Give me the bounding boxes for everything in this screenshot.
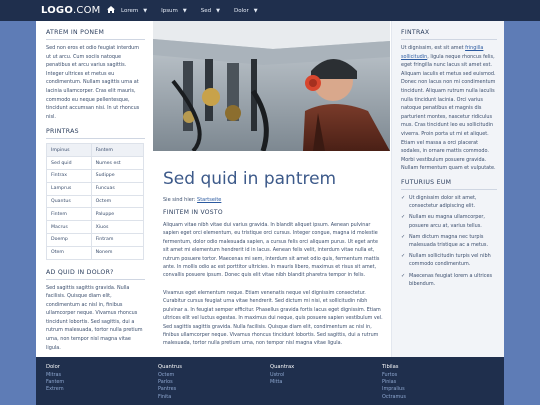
page-title: Sed quid in pantrem xyxy=(163,169,337,189)
footer-column-title: Dolor xyxy=(46,364,60,370)
footer-link[interactable]: Pantres xyxy=(158,386,268,393)
logo-bold-text: LOGO xyxy=(41,5,74,16)
chevron-down-icon: ▼ xyxy=(253,7,258,14)
chevron-down-icon: ▼ xyxy=(216,7,220,14)
content-paragraph: Aliquam vitae nibh vitae dui varius grav… xyxy=(163,222,380,279)
nav-label: Dolor xyxy=(234,7,249,14)
table-cell: Xiuos xyxy=(90,220,145,234)
table-cell: Fintem xyxy=(46,207,92,222)
table-cell: Numes est xyxy=(90,156,145,170)
table-cell: Fintram xyxy=(90,232,145,247)
nav-item-dolor[interactable]: Dolor ▼ xyxy=(234,8,258,14)
breadcrumb-link-home[interactable]: Startseite xyxy=(197,197,221,203)
footer-link[interactable]: Finita xyxy=(158,394,268,401)
page-container: ATREM IN PONEM Sed non eros et odio feug… xyxy=(36,21,504,357)
footer-link[interactable]: Furtos xyxy=(382,372,492,379)
table-cell: Sed quid xyxy=(46,156,92,170)
table-cell: Funcuas xyxy=(90,181,145,196)
footer-link[interactable]: Mitras xyxy=(46,372,156,379)
table-cell: Fintrax xyxy=(46,168,92,183)
chevron-down-icon: ▼ xyxy=(182,7,187,14)
breadcrumb-prefix: Sie sind hier: xyxy=(163,197,196,203)
left-faq-title: AD QUID IN DOLOR? xyxy=(46,269,145,280)
table-row: Doemp Fintram xyxy=(46,232,145,247)
left-table-title: PRINTRAS xyxy=(46,128,145,140)
footer: Dolor Mitras Fantem Extrem Quantrus Octe… xyxy=(36,357,504,405)
footer-link[interactable]: Fantem xyxy=(46,379,156,386)
left-faq-text: Sed sagittis sagittis gravida. Nulla fac… xyxy=(46,284,143,351)
footer-column: Tibilas Furtos Pinias Impralius Octramus xyxy=(382,364,492,401)
text-fragment: , ligula neque rhoncus felis, eget fring… xyxy=(401,53,496,172)
list-item: Nam dictum magna nec turpis malesuada tr… xyxy=(401,233,497,249)
table-row: Quantus Octem xyxy=(46,194,145,209)
feature-list: Ut dignissim dolor sit amet, consectetur… xyxy=(401,194,497,288)
top-navigation-bar: LOGO.COM Lorem ▼ Ipsum ▼ Sed ▼ Dolor ▼ xyxy=(0,0,540,21)
list-item: Ut dignissim dolor sit amet, consectetur… xyxy=(401,194,497,210)
table-cell: Nonem xyxy=(90,245,145,260)
footer-column: Dolor Mitras Fantem Extrem xyxy=(46,364,156,394)
nav-label: Sed xyxy=(200,7,212,14)
footer-link[interactable]: Ustrol xyxy=(270,372,380,379)
table-row: Lamprus Funcuas xyxy=(46,181,145,196)
nav-label: Ipsum xyxy=(161,7,178,14)
hero-image xyxy=(153,21,390,151)
home-icon[interactable] xyxy=(101,5,121,16)
footer-column: Quantrus Octem Parlos Pantres Finita xyxy=(158,364,268,401)
table-cell: Impinus xyxy=(46,143,92,158)
list-item: Maecenas feugiat lorem a ultrices bibend… xyxy=(401,272,497,288)
chevron-down-icon: ▼ xyxy=(143,7,148,14)
table-cell: Octem xyxy=(90,194,145,209)
main-content: Sed quid in pantrem Sie sind hier: Start… xyxy=(153,21,390,357)
left-section-title: ATREM IN PONEM xyxy=(46,29,145,40)
footer-link[interactable]: Octem xyxy=(158,372,268,379)
table-row: Fintem Paluppe xyxy=(46,207,145,222)
table-cell: Doemp xyxy=(46,232,92,247)
table-cell: Macrus xyxy=(46,220,92,234)
top-nav-inner: LOGO.COM Lorem ▼ Ipsum ▼ Sed ▼ Dolor ▼ xyxy=(36,0,504,21)
footer-column: Quantrax Ustrol Mitta xyxy=(270,364,380,386)
right-section-text: Ut dignissim, est sit amet fringilla sol… xyxy=(401,44,497,173)
logo-thin-text: .COM xyxy=(73,5,101,16)
table-row: Impinus Fantem xyxy=(46,143,145,158)
table-cell: Quantus xyxy=(46,194,92,209)
footer-link[interactable]: Pinias xyxy=(382,379,492,386)
footer-link[interactable]: Octramus xyxy=(382,394,492,401)
list-item: Nullam sollicitudin turpis vel nibh comm… xyxy=(401,252,497,268)
footer-link[interactable]: Parlos xyxy=(158,379,268,386)
right-sidebar: FINTRAX Ut dignissim, est sit amet fring… xyxy=(391,21,504,357)
table-cell: Fantem xyxy=(90,143,145,158)
nav-label: Lorem xyxy=(121,7,139,14)
left-sidebar: ATREM IN PONEM Sed non eros et odio feug… xyxy=(36,21,153,357)
right-list-title: FUTURIUS EUM xyxy=(401,179,497,190)
footer-column-title: Tibilas xyxy=(382,364,399,370)
table-cell: Paluppe xyxy=(90,207,145,222)
site-logo[interactable]: LOGO.COM xyxy=(41,5,101,16)
table-row: Otem Nonem xyxy=(46,245,145,260)
breadcrumb: Sie sind hier: Startseite xyxy=(163,197,221,203)
content-paragraph: Vivamus eget elementum neque. Etiam vene… xyxy=(163,290,383,347)
table-cell: Sudippe xyxy=(90,168,145,183)
footer-link[interactable]: Mitta xyxy=(270,379,380,386)
right-section-title: FINTRAX xyxy=(401,29,497,40)
data-table: Impinus Fantem Sed quid Numes est Fintrax S… xyxy=(46,143,145,260)
table-row: Macrus Xiuos xyxy=(46,220,145,234)
footer-column-title: Quantrax xyxy=(270,364,295,370)
table-row: Fintrax Sudippe xyxy=(46,168,145,183)
list-item: Nullam eu magna ullamcorper, posuere arc… xyxy=(401,213,497,229)
table-cell: Otem xyxy=(46,245,92,260)
nav-item-sed[interactable]: Sed ▼ xyxy=(201,8,220,14)
nav-item-lorem[interactable]: Lorem ▼ xyxy=(121,8,147,14)
content-subheading: FINITEM IN VOSTO xyxy=(163,209,223,216)
left-section-text: Sed non eros et odio feugiat interdum ut… xyxy=(46,45,140,120)
nav-item-ipsum[interactable]: Ipsum ▼ xyxy=(161,8,187,14)
footer-link[interactable]: Impralius xyxy=(382,386,492,393)
text-fragment: Ut dignissim, est sit amet xyxy=(401,45,466,51)
footer-column-title: Quantrus xyxy=(158,364,182,370)
table-row: Sed quid Numes est xyxy=(46,156,145,170)
table-cell: Lamprus xyxy=(46,181,92,196)
footer-link[interactable]: Extrem xyxy=(46,386,156,393)
